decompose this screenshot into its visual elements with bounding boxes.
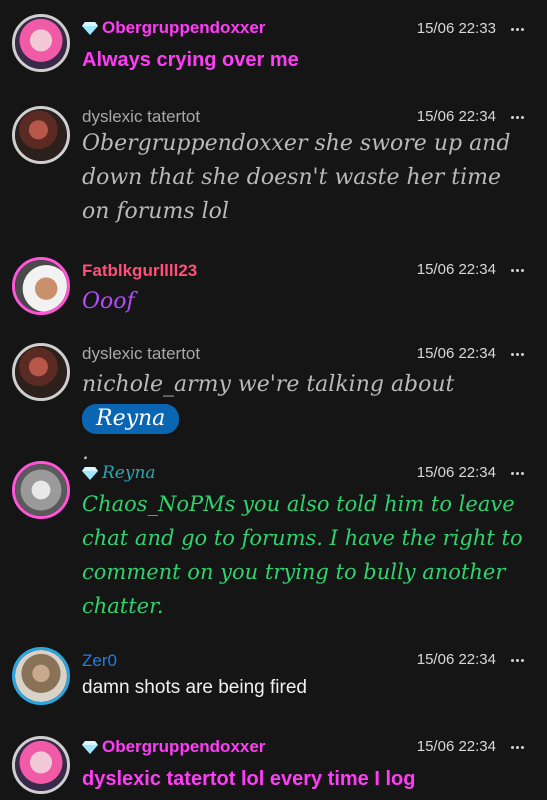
username[interactable]: dyslexic tatertot [82, 344, 200, 364]
username[interactable]: dyslexic tatertot [82, 107, 200, 127]
message-text: Ooof [82, 289, 135, 314]
chat-message: Obergruppendoxxer 15/06 22:33 Always cry… [0, 0, 547, 90]
message-text: dyslexic tatertot lol every time I log [82, 768, 416, 790]
message-text: Chaos_NoPMs you also told him to leave c… [82, 492, 523, 618]
avatar[interactable] [12, 106, 70, 164]
timestamp: 15/06 22:34 [416, 261, 496, 278]
timestamp: 15/06 22:34 [416, 738, 496, 755]
message-text-before: nichole_army we're talking about [82, 372, 455, 397]
diamond-icon [82, 467, 98, 480]
username[interactable]: Reyna [82, 463, 156, 483]
mention-chip[interactable]: Reyna [82, 404, 180, 434]
avatar[interactable] [12, 257, 70, 315]
chat-message: dyslexic tatertot 15/06 22:34 nichole_ar… [0, 334, 547, 465]
username[interactable]: Zer0 [82, 651, 117, 671]
more-options-icon[interactable] [506, 260, 528, 280]
more-options-icon[interactable] [506, 107, 528, 127]
username[interactable]: Fatblkgurllll23 [82, 261, 197, 281]
message-text: damn shots are being fired [82, 677, 307, 698]
more-options-icon[interactable] [506, 650, 528, 670]
timestamp: 15/06 22:33 [416, 20, 496, 37]
more-options-icon[interactable] [506, 463, 528, 483]
diamond-icon [82, 22, 98, 35]
avatar[interactable] [12, 343, 70, 401]
timestamp: 15/06 22:34 [416, 464, 496, 481]
chat-message: dyslexic tatertot 15/06 22:34 Obergruppe… [0, 96, 547, 236]
message-text: Always crying over me [82, 49, 299, 71]
more-options-icon[interactable] [506, 19, 528, 39]
chat-message: Fatblkgurllll23 15/06 22:34 Ooof [0, 250, 547, 330]
avatar[interactable] [12, 461, 70, 519]
chat-message: Obergruppendoxxer 15/06 22:34 dyslexic t… [0, 726, 547, 800]
avatar[interactable] [12, 647, 70, 705]
timestamp: 15/06 22:34 [416, 345, 496, 362]
diamond-icon [82, 741, 98, 754]
timestamp: 15/06 22:34 [416, 651, 496, 668]
chat-message: Reyna 15/06 22:34 Chaos_NoPMs you also t… [0, 452, 547, 632]
timestamp: 15/06 22:34 [416, 108, 496, 125]
chat-message: Zer0 15/06 22:34 damn shots are being fi… [0, 640, 547, 720]
more-options-icon[interactable] [506, 344, 528, 364]
avatar[interactable] [12, 14, 70, 72]
username[interactable]: Obergruppendoxxer [82, 737, 265, 757]
more-options-icon[interactable] [506, 737, 528, 757]
avatar[interactable] [12, 736, 70, 794]
username[interactable]: Obergruppendoxxer [82, 18, 265, 38]
message-text: Obergruppendoxxer she swore up and down … [82, 131, 511, 224]
